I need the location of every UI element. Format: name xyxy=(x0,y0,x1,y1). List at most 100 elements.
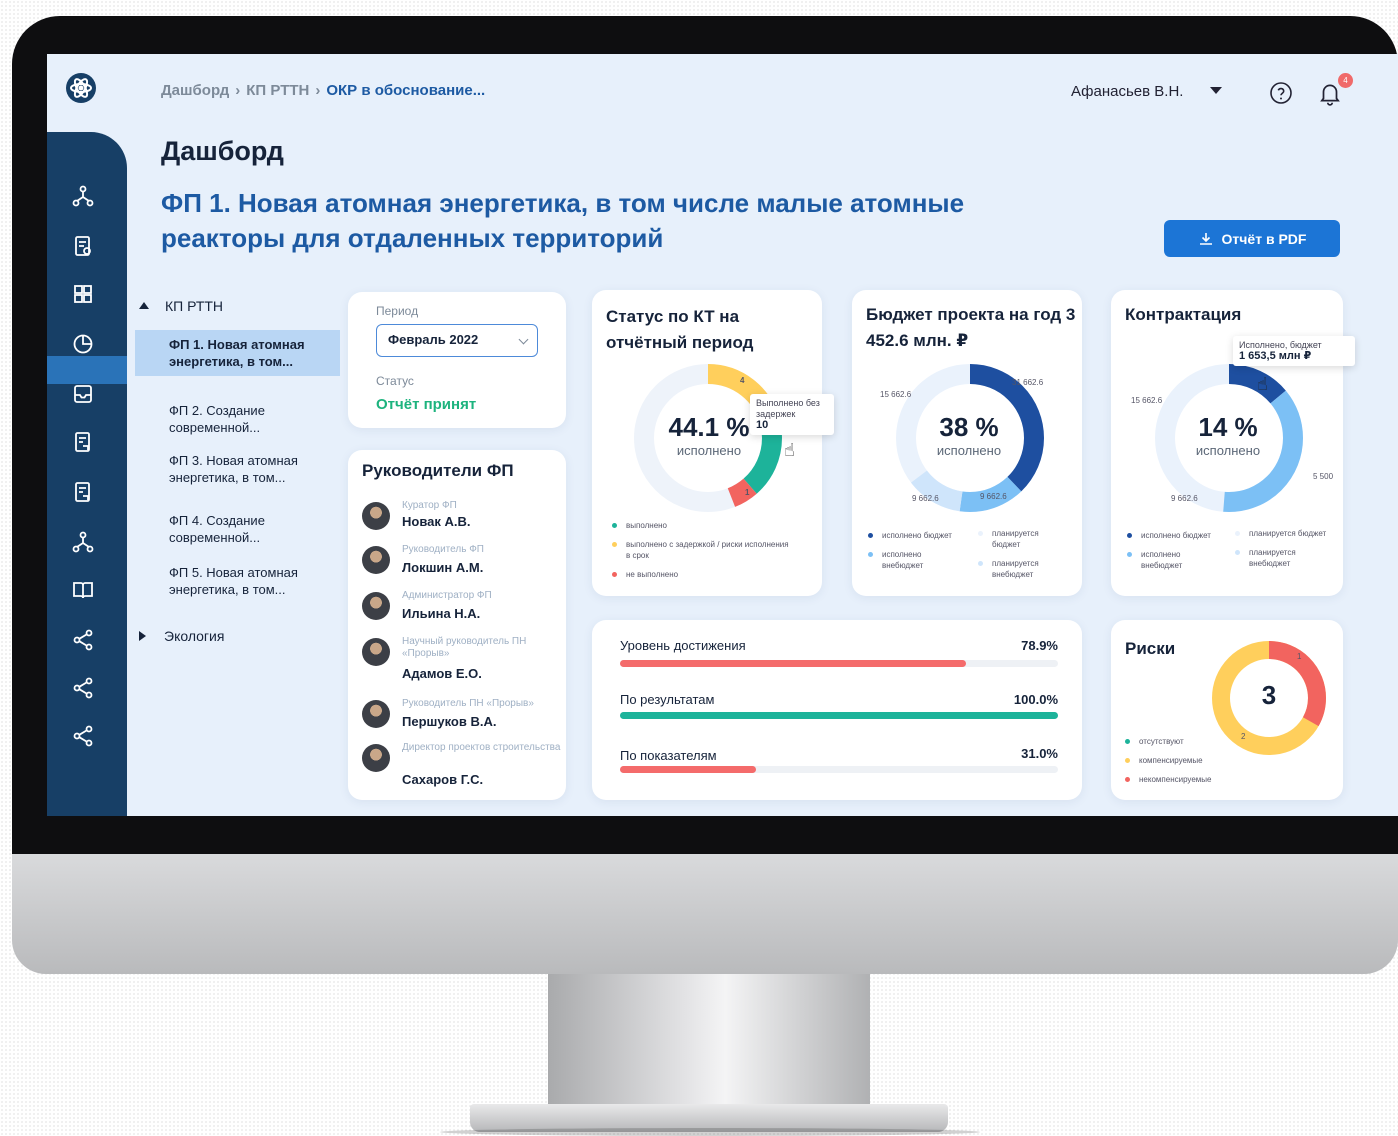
tree-item[interactable]: ФП 2. Создание современной... xyxy=(135,396,340,442)
tree-item[interactable]: ФП 3. Новая атомная энергетика, в том... xyxy=(135,446,340,492)
tree-item-collapsed[interactable]: Экология xyxy=(139,628,224,644)
kt-status-card: Статус по КТ на отчётный период 4 1 44.1… xyxy=(592,290,834,596)
sidebar-item-library[interactable] xyxy=(69,576,97,604)
atom-logo-icon[interactable] xyxy=(65,72,97,104)
export-pdf-button[interactable]: Отчёт в PDF xyxy=(1164,220,1340,257)
book-icon xyxy=(73,582,93,599)
user-name[interactable]: Афанасьев В.Н. xyxy=(1071,83,1183,100)
period-card: Период Февраль 2022 Статус Отчёт принят xyxy=(348,292,566,428)
contracting-card: Контрактация 15 662.6 5 500 9 662.6 14 %… xyxy=(1111,290,1355,596)
leader-role: Руководитель ФП xyxy=(402,544,484,555)
sidebar-item-share-3[interactable] xyxy=(69,722,97,750)
tree-item-label: Экология xyxy=(164,628,225,644)
leader-item[interactable]: Куратор ФП Новак А.В. xyxy=(362,500,562,550)
progress-fill-results xyxy=(620,712,1058,719)
progress-card: Уровень достижения 78.9% По результатам … xyxy=(592,620,1082,800)
tree-root[interactable]: КП РТТН xyxy=(139,298,223,314)
kt-status-legend: выполнено выполнено с задержкой / риски … xyxy=(612,520,792,580)
period-value: Февраль 2022 xyxy=(388,332,479,347)
leader-role: Директор проектов строительства xyxy=(402,742,561,753)
legend-item: исполнено внебюджет xyxy=(1127,549,1217,571)
sidebar-item-hierarchy[interactable] xyxy=(69,182,97,210)
pie-chart-icon xyxy=(73,334,93,354)
avatar xyxy=(362,744,390,772)
tooltip-value: 1 653,5 млн ₽ xyxy=(1239,350,1312,362)
legend-item: выполнено xyxy=(612,520,792,531)
legend-dot xyxy=(1127,552,1132,557)
report-icon xyxy=(75,432,90,452)
export-pdf-label: Отчёт в PDF xyxy=(1221,230,1307,247)
progress-fill-indicators xyxy=(620,766,756,773)
download-icon xyxy=(1199,232,1212,245)
risks-title: Риски xyxy=(1125,639,1176,658)
risks-value: 3 xyxy=(1261,680,1277,710)
progress-track xyxy=(620,766,1058,773)
leader-name: Локшин А.М. xyxy=(402,560,484,575)
legend-label: планируется бюджет xyxy=(1249,529,1327,538)
sidebar-item-share-1[interactable] xyxy=(69,626,97,654)
period-label: Период xyxy=(376,304,419,318)
period-select[interactable]: Февраль 2022 xyxy=(376,324,538,357)
leader-role: Научный руководитель ПН «Прорыв» xyxy=(402,636,527,659)
segment-label: 9 662.6 xyxy=(1171,494,1198,503)
status-value: Отчёт принят xyxy=(376,396,477,413)
progress-fill-achievement xyxy=(620,660,966,667)
leader-role: Администратор ФП xyxy=(402,590,492,601)
help-icon[interactable] xyxy=(1269,81,1293,105)
legend-item: планируется внебюджет xyxy=(1235,547,1327,569)
avatar xyxy=(362,546,390,574)
expand-arrow-icon xyxy=(139,631,146,641)
grid-icon xyxy=(74,285,92,303)
sidebar-item-reports-2[interactable] xyxy=(69,478,97,506)
legend-item: планируется бюджет xyxy=(1235,528,1327,539)
breadcrumb: Дашборд › КП РТТН › ОКР в обоснование... xyxy=(161,82,485,99)
leader-item[interactable]: Директор проектов строительства Сахаров Г… xyxy=(362,742,562,792)
share-icon xyxy=(73,677,93,699)
legend-label: компенсируемые xyxy=(1139,756,1203,765)
chevron-down-icon xyxy=(518,334,529,345)
report-icon xyxy=(75,482,90,502)
sidebar-item-structure[interactable] xyxy=(69,528,97,556)
leader-name: Ильина Н.А. xyxy=(402,606,481,621)
sidebar-item-inbox[interactable] xyxy=(69,380,97,408)
progress-value: 31.0% xyxy=(1021,746,1058,761)
tree-item[interactable]: ФП 1. Новая атомная энергетика, в том... xyxy=(135,330,340,376)
leader-item[interactable]: Руководитель ПН «Прорыв» Першуков В.А. xyxy=(362,698,562,748)
legend-dot xyxy=(868,533,873,538)
legend-label: исполнено внебюджет xyxy=(882,550,924,570)
legend-item: планируется внебюджет xyxy=(978,558,1068,580)
breadcrumb-item[interactable]: КП РТТН xyxy=(246,82,309,99)
segment-label: 9 662.6 xyxy=(912,494,939,503)
legend-item: некомпенсируемые xyxy=(1125,774,1245,785)
legend-item: исполнено бюджет xyxy=(868,530,958,541)
leader-item[interactable]: Научный руководитель ПН «Прорыв» Адамов Е… xyxy=(362,636,562,686)
risks-legend: отсутствуют компенсируемые некомпенсируе… xyxy=(1125,736,1245,785)
tree-item[interactable]: ФП 5. Новая атомная энергетика, в том... xyxy=(135,558,340,604)
chevron-down-icon[interactable] xyxy=(1210,87,1222,94)
sidebar-item-dashboard[interactable] xyxy=(69,280,97,308)
monitor-stand-neck xyxy=(548,974,870,1106)
leader-item[interactable]: Руководитель ФП Локшин А.М. xyxy=(362,544,562,594)
avatar xyxy=(362,638,390,666)
sidebar-item-documents[interactable] xyxy=(69,232,97,260)
breadcrumb-item[interactable]: Дашборд xyxy=(161,82,229,99)
share-icon xyxy=(73,725,93,747)
legend-item: отсутствуют xyxy=(1125,736,1245,747)
sidebar-item-reports[interactable] xyxy=(69,428,97,456)
kt-status-center: 44.1 % исполнено xyxy=(664,412,754,458)
leader-item[interactable]: Администратор ФП Ильина Н.А. xyxy=(362,590,562,640)
hand-cursor-icon: ☝ xyxy=(784,440,795,460)
legend-label: не выполнено xyxy=(626,570,679,579)
contracting-value: 14 % xyxy=(1198,412,1258,442)
leader-role: Куратор ФП xyxy=(402,500,457,511)
sidebar-item-analytics[interactable] xyxy=(69,330,97,358)
hierarchy-icon xyxy=(72,185,94,207)
legend-dot xyxy=(1127,533,1132,538)
legend-dot xyxy=(1125,739,1130,744)
budget-title: Бюджет проекта на год 3 452.6 млн. ₽ xyxy=(866,305,1076,350)
breadcrumb-current: ОКР в обоснование... xyxy=(326,82,486,99)
tree-item[interactable]: ФП 4. Создание современной... xyxy=(135,506,340,552)
sidebar-item-share-2[interactable] xyxy=(69,674,97,702)
progress-track xyxy=(620,712,1058,719)
kt-status-value: 44.1 % xyxy=(668,412,750,442)
